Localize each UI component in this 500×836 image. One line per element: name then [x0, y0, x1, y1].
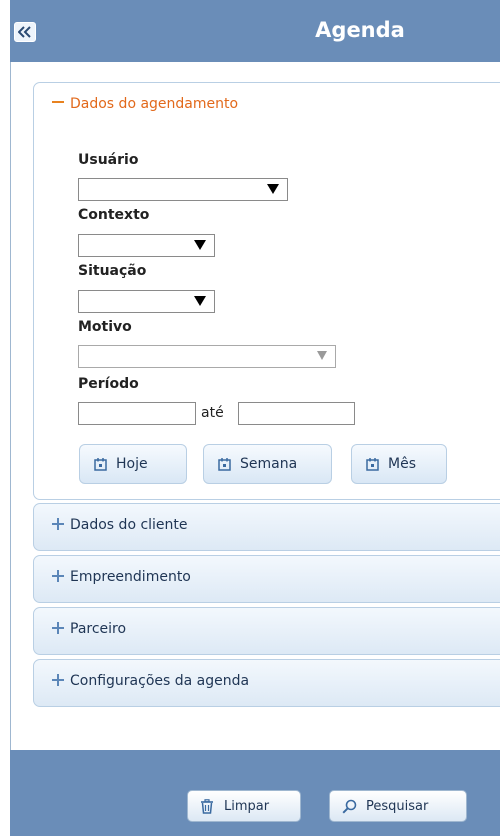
plus-icon — [52, 622, 64, 634]
dropdown-arrow-icon — [317, 351, 327, 360]
contexto-select[interactable] — [78, 234, 215, 257]
calendar-icon — [366, 458, 379, 471]
collapse-panel-button[interactable] — [14, 22, 36, 42]
semana-button[interactable]: Semana — [203, 444, 332, 484]
usuario-select[interactable] — [78, 178, 288, 201]
pesquisar-button[interactable]: Pesquisar — [329, 790, 467, 822]
calendar-icon — [218, 458, 231, 471]
periodo-separator: até — [201, 405, 224, 421]
double-chevron-left-icon — [18, 26, 31, 38]
section-title: Configurações da agenda — [70, 673, 250, 689]
search-icon — [342, 799, 357, 814]
calendar-icon — [94, 458, 107, 471]
section-empreendimento[interactable]: Empreendimento — [33, 555, 500, 603]
contexto-label: Contexto — [78, 207, 150, 223]
limpar-label: Limpar — [224, 799, 270, 814]
section-configuracoes-agenda[interactable]: Configurações da agenda — [33, 659, 500, 707]
periodo-label: Período — [78, 376, 139, 392]
dropdown-arrow-icon — [194, 240, 206, 250]
pesquisar-label: Pesquisar — [366, 799, 429, 814]
dropdown-arrow-icon — [267, 184, 279, 194]
minus-icon — [52, 101, 64, 103]
situacao-select[interactable] — [78, 290, 215, 313]
semana-label: Semana — [240, 456, 298, 472]
section-title: Empreendimento — [70, 569, 191, 585]
section-title: Dados do cliente — [70, 517, 188, 533]
plus-icon — [52, 674, 64, 686]
section-dados-agendamento: Dados do agendamento Usuário Contexto Si… — [33, 82, 500, 500]
section-configuracoes-agenda-header[interactable]: Configurações da agenda — [52, 673, 249, 695]
usuario-label: Usuário — [78, 152, 139, 168]
trash-icon — [201, 799, 213, 814]
mes-button[interactable]: Mês — [351, 444, 447, 484]
section-empreendimento-header[interactable]: Empreendimento — [52, 569, 191, 591]
dropdown-arrow-icon — [194, 296, 206, 306]
section-title: Parceiro — [70, 621, 127, 637]
plus-icon — [52, 518, 64, 530]
section-parceiro[interactable]: Parceiro — [33, 607, 500, 655]
mes-label: Mês — [388, 456, 416, 472]
motivo-select[interactable] — [78, 345, 336, 368]
limpar-button[interactable]: Limpar — [187, 790, 301, 822]
section-parceiro-header[interactable]: Parceiro — [52, 621, 126, 643]
periodo-fim-input[interactable] — [238, 402, 355, 425]
section-title: Dados do agendamento — [70, 96, 239, 112]
hoje-button[interactable]: Hoje — [79, 444, 187, 484]
page-title: Agenda — [315, 18, 405, 42]
section-dados-cliente-header[interactable]: Dados do cliente — [52, 517, 188, 539]
hoje-label: Hoje — [116, 456, 148, 472]
section-dados-agendamento-header[interactable]: Dados do agendamento — [52, 96, 238, 118]
motivo-label: Motivo — [78, 319, 132, 335]
section-dados-cliente[interactable]: Dados do cliente — [33, 503, 500, 551]
situacao-label: Situação — [78, 263, 147, 279]
periodo-inicio-input[interactable] — [78, 402, 196, 425]
plus-icon — [52, 570, 64, 582]
